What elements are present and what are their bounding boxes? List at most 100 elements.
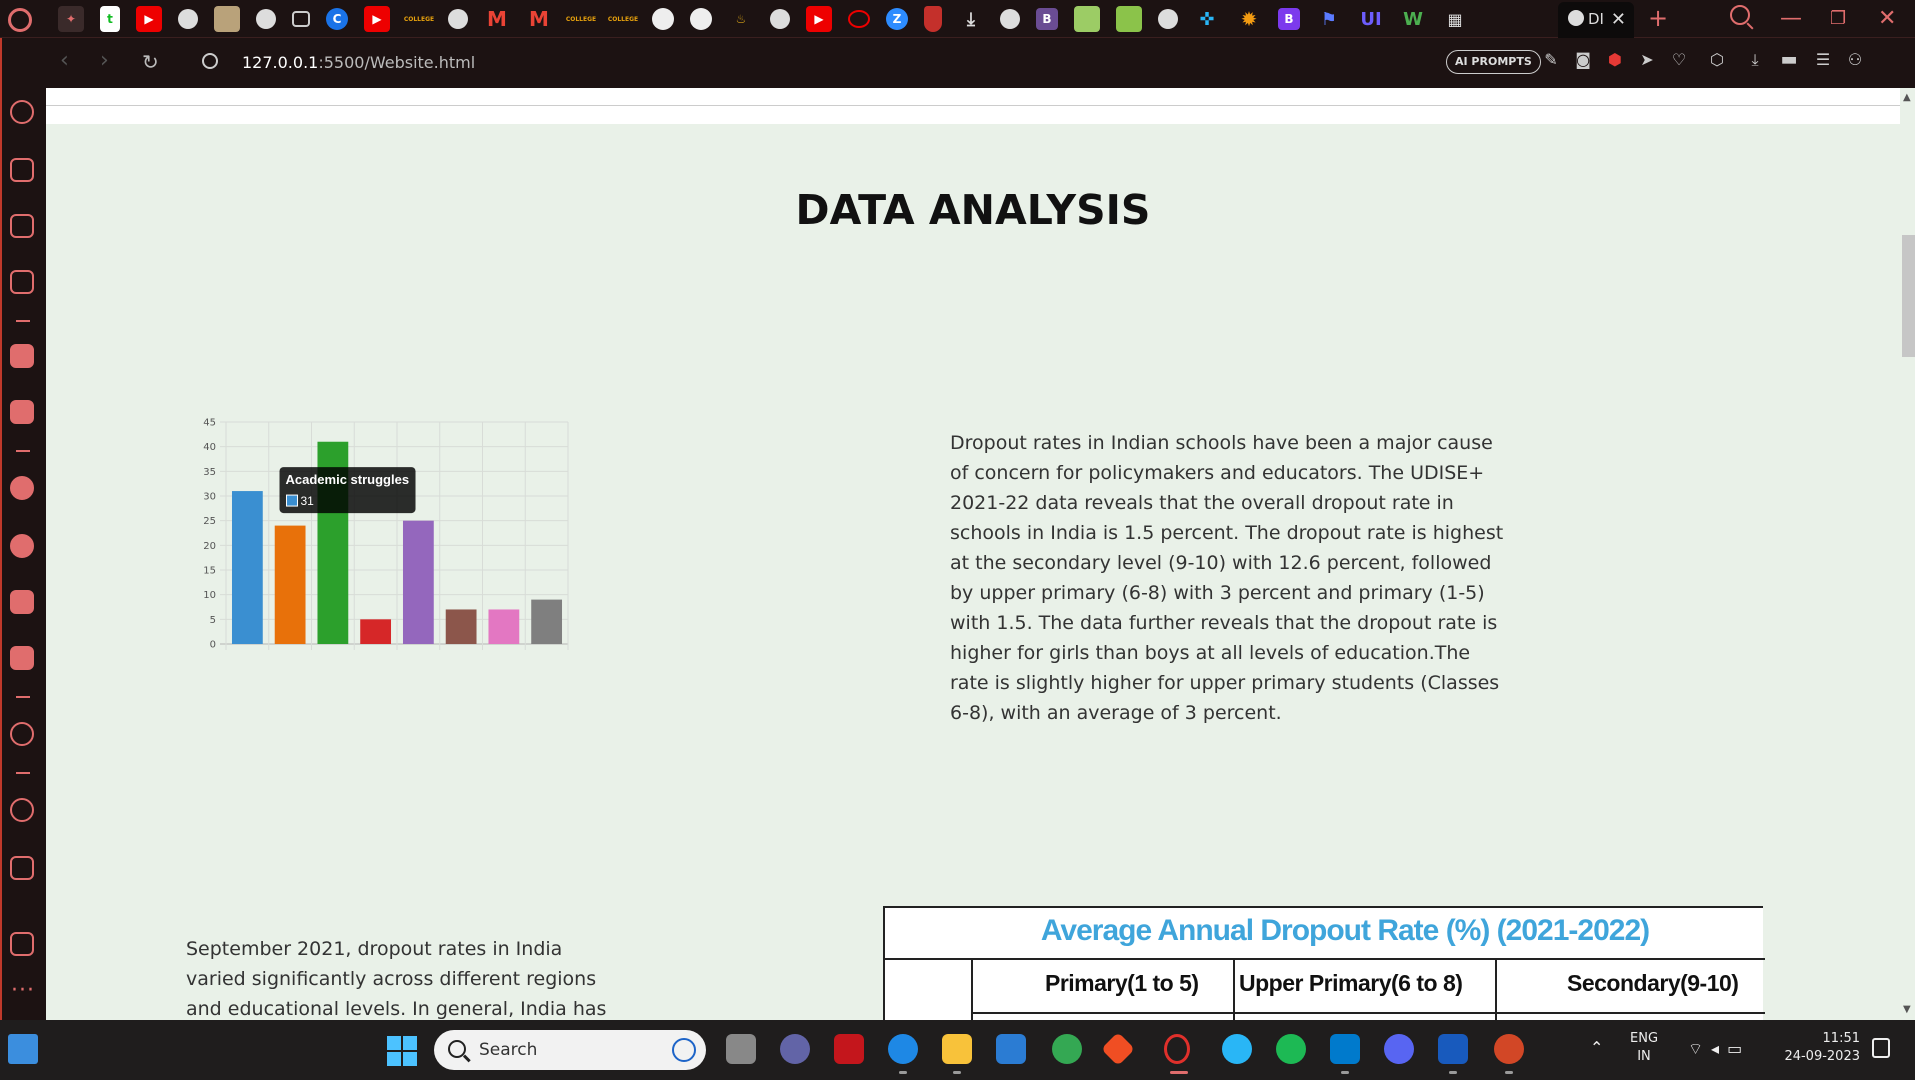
tab-favicon[interactable]: t <box>100 6 120 32</box>
gamepad-tab-icon[interactable]: ✦ <box>58 6 84 32</box>
tab-search-icon[interactable] <box>1730 5 1750 25</box>
ui-tab-icon[interactable]: UI <box>1358 6 1384 32</box>
edge-icon[interactable] <box>888 1034 918 1064</box>
opera-icon[interactable] <box>1164 1034 1190 1064</box>
restore-icon[interactable]: ❐ <box>1830 8 1846 29</box>
heart-icon[interactable]: ♡ <box>1670 51 1688 69</box>
close-tab-icon[interactable]: ✕ <box>1611 9 1626 30</box>
settings-sliders-icon[interactable]: ☰ <box>1814 51 1832 69</box>
store-icon[interactable] <box>996 1034 1026 1064</box>
acrobat-icon[interactable] <box>834 1034 864 1064</box>
gmail-tab-icon[interactable]: M <box>526 6 552 32</box>
b-tab-icon[interactable]: B <box>1036 8 1058 30</box>
site-info-icon[interactable] <box>202 53 218 69</box>
history-icon[interactable] <box>10 798 34 822</box>
instagram-icon[interactable] <box>10 590 34 614</box>
box-icon[interactable]: ⬡ <box>1708 51 1726 69</box>
c-tab-icon[interactable]: C <box>326 8 348 30</box>
file-explorer-icon[interactable] <box>942 1034 972 1064</box>
messenger-icon[interactable] <box>1222 1034 1252 1064</box>
close-window-icon[interactable]: ✕ <box>1878 6 1896 31</box>
scroll-thumb[interactable] <box>1902 235 1915 357</box>
extensions-cube-icon[interactable] <box>10 856 34 880</box>
start-button[interactable] <box>387 1036 417 1066</box>
reload-icon[interactable]: ↻ <box>142 50 159 74</box>
grid-tab-icon[interactable]: ▦ <box>1442 6 1468 32</box>
word-icon[interactable] <box>1438 1034 1468 1064</box>
minimize-icon[interactable]: — <box>1780 6 1802 31</box>
battery-saver-icon[interactable]: ▬ <box>1780 51 1798 69</box>
w-tab-icon[interactable]: W <box>1400 6 1426 32</box>
chip-icon[interactable] <box>10 270 34 294</box>
youtube-tab-icon[interactable]: ▶ <box>364 6 390 32</box>
profile-icon[interactable]: ⚇ <box>1846 51 1864 69</box>
image-tab-icon[interactable] <box>1116 6 1142 32</box>
github-tab-icon[interactable] <box>652 8 674 30</box>
clock[interactable]: 11:51 24-09-2023 <box>1780 1030 1860 1066</box>
new-tab-button[interactable]: + <box>1648 4 1668 32</box>
speed-dial-icon[interactable] <box>10 100 34 124</box>
image-tab-icon[interactable] <box>1074 6 1100 32</box>
player-icon[interactable] <box>10 722 34 746</box>
chrome-icon[interactable] <box>1052 1034 1082 1064</box>
flag-tab-icon[interactable]: ⚑ <box>1316 6 1342 32</box>
gmail-tab-icon[interactable]: M <box>484 6 510 32</box>
scroll-up-icon[interactable]: ▲ <box>1903 92 1911 103</box>
adblock-shield-icon[interactable]: ⬢ <box>1606 51 1624 69</box>
system-tray-icons[interactable]: ⌔◂▭ <box>1688 1039 1750 1059</box>
twitch-icon[interactable] <box>10 214 34 238</box>
send-icon[interactable]: ➤ <box>1638 51 1656 69</box>
chat-tab-icon[interactable] <box>848 10 870 28</box>
notification-icon[interactable] <box>1872 1038 1890 1058</box>
globe-tab-icon[interactable] <box>256 9 276 29</box>
sun-tab-icon[interactable]: ✹ <box>1236 6 1262 32</box>
discord-icon[interactable] <box>10 646 34 670</box>
github-tab-icon[interactable] <box>690 8 712 30</box>
edit-icon[interactable]: ✎ <box>1542 51 1560 69</box>
whatsapp-icon[interactable] <box>10 476 34 500</box>
college-tab-icon[interactable]: COLLEGE <box>566 6 596 32</box>
back-icon[interactable]: ‹ <box>60 48 69 73</box>
globe-tab-icon[interactable] <box>1000 9 1020 29</box>
bing-icon[interactable] <box>672 1038 696 1062</box>
college-tab-icon[interactable]: COLLEGE <box>404 6 434 32</box>
show-hidden-icons-chevron[interactable]: ⌃ <box>1590 1038 1603 1057</box>
downloads-icon[interactable]: ⤓ <box>1746 51 1764 69</box>
download-tab-icon[interactable]: ⤓ <box>958 6 984 32</box>
globe-tab-icon[interactable] <box>178 9 198 29</box>
telegram-icon[interactable] <box>10 534 34 558</box>
spotify-icon[interactable] <box>1276 1034 1306 1064</box>
camera-icon[interactable]: ◙ <box>1574 51 1592 69</box>
opera-menu-icon[interactable] <box>8 8 32 32</box>
widgets-icon[interactable] <box>8 1034 38 1064</box>
forward-icon[interactable]: › <box>100 48 109 73</box>
discord-icon[interactable] <box>1384 1034 1414 1064</box>
fish-tab-icon[interactable]: ✜ <box>1194 6 1220 32</box>
task-view-icon[interactable] <box>726 1034 756 1064</box>
more-icon[interactable]: ··· <box>11 978 35 1003</box>
shopping-bag-icon[interactable] <box>10 158 34 182</box>
shield-tab-icon[interactable] <box>924 6 942 32</box>
anydesk-icon[interactable] <box>1101 1032 1135 1066</box>
image-tab-icon[interactable] <box>214 6 240 32</box>
zoom-tab-icon[interactable]: Z <box>886 8 908 30</box>
snapshot-gallery-icon[interactable] <box>10 932 34 956</box>
cc-tab-icon[interactable] <box>292 11 310 27</box>
globe-tab-icon[interactable] <box>1158 9 1178 29</box>
page-scrollbar[interactable]: ▲ ▼ <box>1900 88 1915 1020</box>
flame-tab-icon[interactable]: ♨ <box>728 6 754 32</box>
globe-tab-icon[interactable] <box>770 9 790 29</box>
globe-tab-icon[interactable] <box>448 9 468 29</box>
ai-prompts-button[interactable]: AI PROMPTS <box>1446 50 1541 74</box>
youtube-tab-icon[interactable]: ▶ <box>806 6 832 32</box>
taskbar-search[interactable]: Search <box>434 1030 706 1070</box>
teams-icon[interactable] <box>780 1034 810 1064</box>
scroll-down-icon[interactable]: ▼ <box>1903 1004 1911 1015</box>
youtube-tab-icon[interactable]: ▶ <box>136 6 162 32</box>
chatsonic-icon[interactable] <box>10 400 34 424</box>
language-indicator[interactable]: ENG IN <box>1630 1030 1658 1066</box>
college-tab-icon[interactable]: COLLEGE <box>608 6 638 32</box>
vscode-icon[interactable] <box>1330 1034 1360 1064</box>
active-tab[interactable]: DI ✕ <box>1558 2 1634 38</box>
url-field[interactable]: 127.0.0.1:5500/Website.html <box>242 53 475 72</box>
